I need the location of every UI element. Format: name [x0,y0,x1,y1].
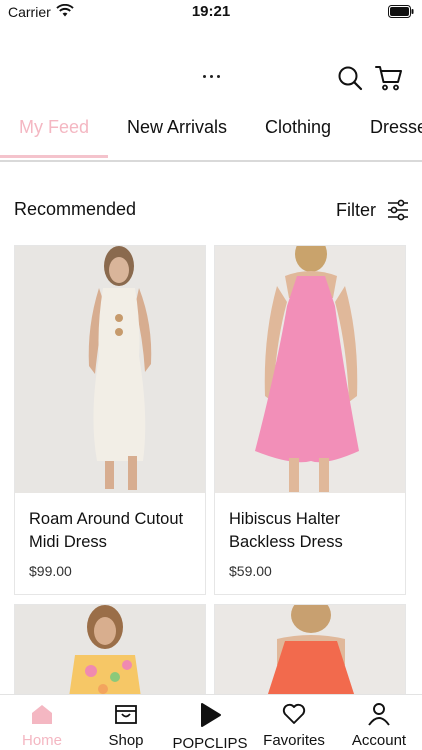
tab-clothing[interactable]: Clothing [265,104,331,160]
product-name[interactable]: Hibiscus Halter Backless Dress [229,508,399,554]
product-price: $99.00 [29,563,72,579]
nav-home[interactable]: Home [0,695,84,750]
product-image [15,246,205,493]
status-bar: Carrier 19:21 [0,0,422,24]
nav-label: Favorites [263,732,325,749]
product-card[interactable] [214,604,406,696]
more-options-icon[interactable] [199,66,223,86]
battery-icon [388,5,414,18]
filter-button[interactable]: Filter [336,196,410,224]
product-card[interactable]: Hibiscus Halter Backless Dress $59.00 [214,245,406,595]
heart-icon [282,703,306,724]
nav-label: POPCLIPS [172,735,248,750]
search-icon[interactable] [336,64,364,92]
category-tabs: My Feed New Arrivals Clothing Dresse [0,104,422,162]
bottom-navigation: Home Shop POPCLIPS Favorites Account [0,694,422,750]
nav-popclips[interactable]: POPCLIPS [168,695,252,750]
shop-icon [115,705,137,724]
nav-account[interactable]: Account [336,695,422,750]
cart-icon[interactable] [374,63,404,93]
nav-label: Home [21,732,62,749]
tab-new-arrivals[interactable]: New Arrivals [127,104,227,160]
product-name[interactable]: Roam Around Cutout Midi Dress [29,508,199,554]
nav-label: Shop [108,732,144,749]
filter-label: Filter [336,199,376,220]
product-image [215,246,405,493]
nav-shop[interactable]: Shop [84,695,168,750]
product-image [215,605,405,695]
product-image [15,605,205,695]
home-icon [32,705,52,724]
product-card[interactable] [14,604,206,696]
sliders-icon [388,199,408,221]
active-tab-indicator [0,155,108,158]
tab-my-feed[interactable]: My Feed [19,104,89,160]
clock: 19:21 [191,3,231,20]
section-title: Recommended [14,199,137,219]
nav-label: Account [351,732,407,749]
nav-favorites[interactable]: Favorites [252,695,336,750]
product-price: $59.00 [229,563,272,579]
play-icon [201,703,221,727]
person-icon [368,703,390,726]
product-card[interactable]: Roam Around Cutout Midi Dress $99.00 [14,245,206,595]
tab-dresses[interactable]: Dresse [370,104,422,160]
